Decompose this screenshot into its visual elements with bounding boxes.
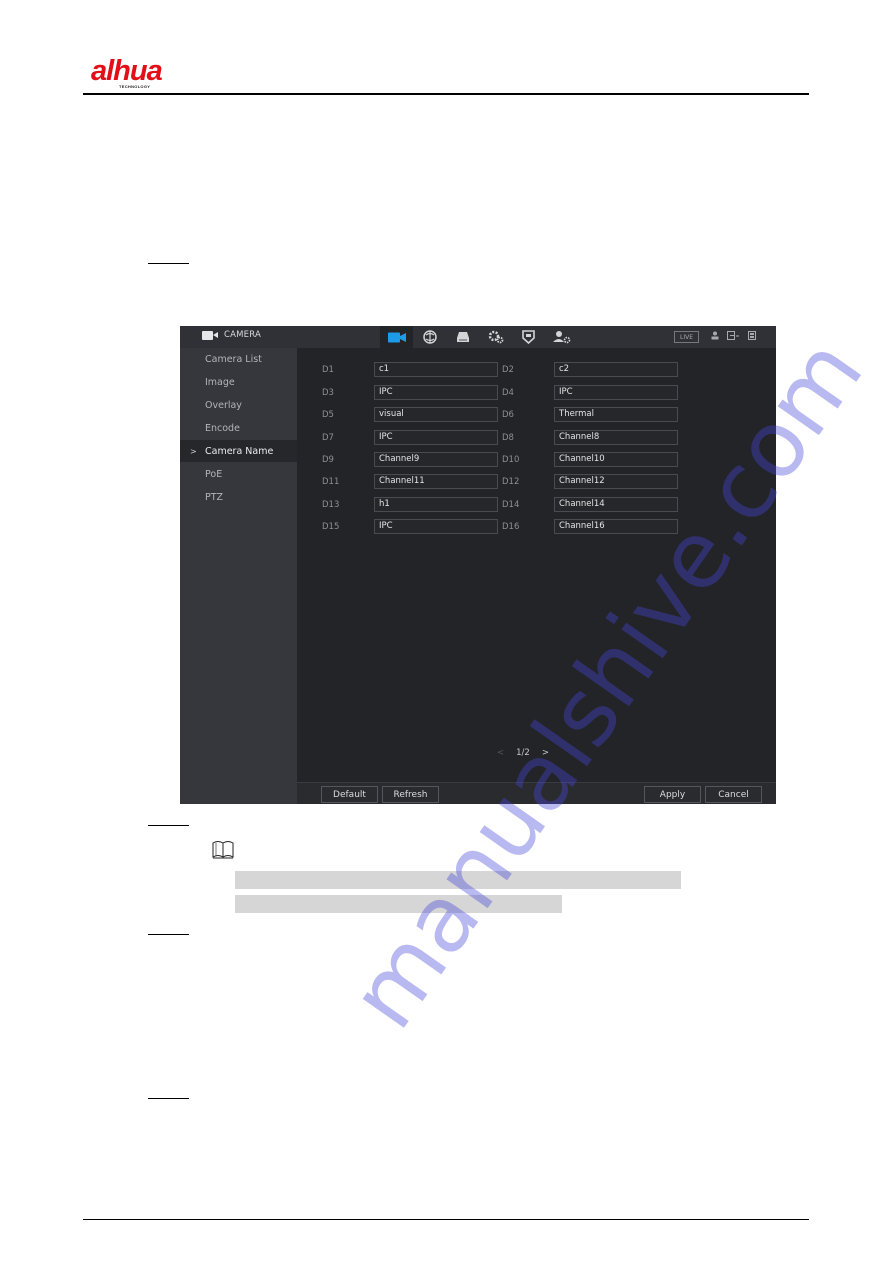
refresh-button[interactable]: Refresh <box>382 786 439 803</box>
page-indicator: 1/2 <box>516 748 530 758</box>
channel-name-input[interactable]: Channel11 <box>374 474 498 489</box>
channel-name-input[interactable]: IPC <box>374 519 498 534</box>
channel-label: D13 <box>322 500 340 510</box>
default-button[interactable]: Default <box>321 786 378 803</box>
step-marker <box>148 825 189 826</box>
live-button[interactable]: LIVE <box>674 331 699 343</box>
channel-label: D5 <box>322 410 334 420</box>
sidebar-item-label: Camera List <box>205 353 262 365</box>
channel-name-input[interactable]: c1 <box>374 362 498 377</box>
camera-settings-screenshot: CAMERA LIVE Camera List Image Overlay En… <box>180 326 776 804</box>
sidebar-item-overlay[interactable]: Overlay <box>180 394 297 416</box>
top-bar: CAMERA LIVE <box>180 326 776 348</box>
redacted-note-line <box>235 871 681 889</box>
sidebar-item-label: Encode <box>205 422 240 434</box>
brand-name: alhua <box>91 55 163 87</box>
chevron-right-icon: > <box>190 446 197 456</box>
sidebar-item-camera-name[interactable]: > Camera Name <box>180 440 297 462</box>
channel-name-input[interactable]: Channel12 <box>554 474 678 489</box>
nav-system[interactable] <box>479 326 512 348</box>
bottom-action-bar: Default Refresh Apply Cancel <box>297 782 776 804</box>
channel-label: D6 <box>502 410 514 420</box>
sidebar-item-label: Camera Name <box>205 445 274 457</box>
dahua-logo: alhua TECHNOLOGY <box>91 56 191 92</box>
channel-label: D16 <box>502 522 520 532</box>
network-icon <box>422 330 437 344</box>
pagination: < 1/2 > <box>497 748 549 758</box>
step-marker <box>148 263 189 264</box>
cancel-button[interactable]: Cancel <box>705 786 762 803</box>
sidebar-item-label: PoE <box>205 468 223 480</box>
channel-name-input[interactable]: Channel8 <box>554 430 678 445</box>
brand-subtitle: TECHNOLOGY <box>119 84 151 89</box>
note-book-icon <box>212 841 234 859</box>
channel-label: D1 <box>322 365 334 375</box>
channel-name-input[interactable]: IPC <box>374 430 498 445</box>
channel-label: D12 <box>502 477 520 487</box>
footer-rule <box>83 1219 809 1220</box>
channel-label: D3 <box>322 388 334 398</box>
channel-label: D9 <box>322 455 334 465</box>
channel-label: D11 <box>322 477 340 487</box>
fullscreen-icon[interactable] <box>748 331 756 340</box>
header-rule <box>83 93 809 95</box>
top-right-controls <box>711 331 756 340</box>
channel-name-input[interactable]: Channel9 <box>374 452 498 467</box>
step-marker <box>148 1098 189 1099</box>
channel-name-input[interactable]: h1 <box>374 497 498 512</box>
channel-label: D2 <box>502 365 514 375</box>
camera-name-panel: D1 c1 D2 c2 D3 IPC D4 IPC D5 visual D6 T… <box>297 348 776 782</box>
sidebar-item-ptz[interactable]: PTZ <box>180 486 297 508</box>
nav-account[interactable] <box>545 326 578 348</box>
channel-label: D7 <box>322 433 334 443</box>
sidebar-item-label: Image <box>205 376 235 388</box>
prev-page-button[interactable]: < <box>497 748 504 758</box>
main-nav <box>380 326 578 348</box>
sidebar-item-poe[interactable]: PoE <box>180 463 297 485</box>
step-marker <box>148 934 189 935</box>
channel-label: D10 <box>502 455 520 465</box>
channel-name-input[interactable]: IPC <box>374 385 498 400</box>
channel-label: D8 <box>502 433 514 443</box>
sidebar-item-image[interactable]: Image <box>180 371 297 393</box>
security-shield-icon <box>522 330 535 344</box>
channel-name-input[interactable]: IPC <box>554 385 678 400</box>
system-settings-icon <box>488 330 503 344</box>
nav-camera[interactable] <box>380 326 413 348</box>
apply-button[interactable]: Apply <box>644 786 701 803</box>
sidebar-item-encode[interactable]: Encode <box>180 417 297 439</box>
redacted-note-line <box>235 895 562 913</box>
channel-name-input[interactable]: c2 <box>554 362 678 377</box>
channel-label: D15 <box>322 522 340 532</box>
nav-network[interactable] <box>413 326 446 348</box>
logout-icon[interactable] <box>727 331 740 340</box>
channel-name-input[interactable]: Channel16 <box>554 519 678 534</box>
channel-name-input[interactable]: Channel10 <box>554 452 678 467</box>
camera-icon <box>202 330 218 340</box>
module-title: CAMERA <box>202 330 261 340</box>
camera-icon <box>387 332 406 342</box>
next-page-button[interactable]: > <box>542 748 549 758</box>
sidebar-item-label: PTZ <box>205 491 224 503</box>
sidebar-item-label: Overlay <box>205 399 242 411</box>
channel-label: D14 <box>502 500 520 510</box>
channel-name-input[interactable]: Thermal <box>554 407 678 422</box>
storage-icon <box>456 332 469 342</box>
sidebar: Camera List Image Overlay Encode > Camer… <box>180 348 297 804</box>
user-icon[interactable] <box>711 331 719 340</box>
account-icon <box>552 331 570 344</box>
nav-security[interactable] <box>512 326 545 348</box>
sidebar-item-camera-list[interactable]: Camera List <box>180 348 297 370</box>
channel-label: D4 <box>502 388 514 398</box>
channel-name-input[interactable]: Channel14 <box>554 497 678 512</box>
module-title-text: CAMERA <box>224 330 262 340</box>
nav-storage[interactable] <box>446 326 479 348</box>
channel-name-input[interactable]: visual <box>374 407 498 422</box>
